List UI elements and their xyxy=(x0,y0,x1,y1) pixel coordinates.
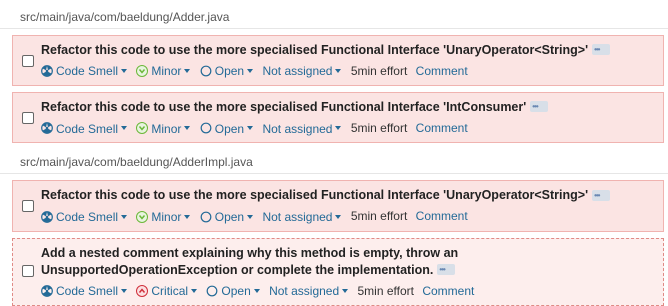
chevron-down-icon xyxy=(121,288,128,293)
open-status-icon xyxy=(200,123,212,134)
issue-type-label: Code Smell xyxy=(56,121,119,136)
chevron-down-icon xyxy=(191,288,198,293)
chevron-down-icon xyxy=(247,126,254,131)
issue-meta: Code Smell Minor Open Not assigned 5min … xyxy=(41,62,655,79)
issue-severity-label: Minor xyxy=(151,209,182,224)
issue-assignee-dropdown[interactable]: Not assigned xyxy=(262,120,342,137)
issue-message[interactable]: Refactor this code to use the more speci… xyxy=(41,100,526,114)
open-status-icon xyxy=(200,211,212,223)
issue-effort: 5min effort xyxy=(350,63,408,78)
chevron-down-icon xyxy=(253,288,260,293)
issue-severity-label: Minor xyxy=(151,121,182,136)
minor-severity-icon xyxy=(136,65,149,78)
code-smell-icon xyxy=(41,65,53,78)
issue-card-selected[interactable]: Add a nested comment explaining why this… xyxy=(12,237,664,306)
open-status-icon xyxy=(206,285,218,297)
issue-effort: 5min effort xyxy=(350,121,408,136)
issue-card[interactable]: Refactor this code to use the more speci… xyxy=(12,180,664,232)
issue-checkbox[interactable] xyxy=(22,200,34,213)
issue-card[interactable]: Refactor this code to use the more speci… xyxy=(12,92,664,144)
issue-assignee-label: Not assigned xyxy=(262,64,333,79)
chevron-down-icon xyxy=(342,288,349,293)
chevron-down-icon xyxy=(121,69,128,74)
issue-type-dropdown[interactable]: Code Smell xyxy=(41,120,128,137)
code-smell-icon xyxy=(41,122,53,135)
more-options-icon[interactable] xyxy=(437,261,456,278)
chevron-down-icon xyxy=(121,214,128,219)
issue-severity-dropdown[interactable]: Minor xyxy=(136,62,191,79)
issue-assignee-dropdown[interactable]: Not assigned xyxy=(269,282,349,299)
issue-type-label: Code Smell xyxy=(56,64,119,79)
chevron-down-icon xyxy=(184,214,191,219)
chevron-down-icon xyxy=(247,69,254,74)
issue-severity-dropdown[interactable]: Minor xyxy=(136,120,191,137)
issue-severity-label: Critical xyxy=(151,283,189,298)
open-status-icon xyxy=(200,65,212,77)
issue-assignee-label: Not assigned xyxy=(262,121,333,136)
issue-status-label: Open xyxy=(214,209,245,224)
chevron-down-icon xyxy=(335,214,342,219)
minor-severity-icon xyxy=(136,210,149,223)
minor-severity-icon xyxy=(136,122,149,135)
issue-assignee-label: Not assigned xyxy=(269,283,340,298)
issue-type-dropdown[interactable]: Code Smell xyxy=(41,62,128,79)
issue-severity-dropdown[interactable]: Minor xyxy=(136,208,191,225)
chevron-down-icon xyxy=(184,126,191,131)
issue-assignee-dropdown[interactable]: Not assigned xyxy=(262,208,342,225)
chevron-down-icon xyxy=(247,214,254,219)
issue-message[interactable]: Refactor this code to use the more speci… xyxy=(41,43,588,57)
issue-message-row: Refactor this code to use the more speci… xyxy=(41,187,655,204)
issue-type-dropdown[interactable]: Code Smell xyxy=(41,282,128,299)
issue-assignee-dropdown[interactable]: Not assigned xyxy=(262,62,342,79)
issue-status-dropdown[interactable]: Open xyxy=(200,208,254,225)
issue-status-label: Open xyxy=(214,121,245,136)
issue-meta: Code Smell Minor Open Not assigned 5min … xyxy=(41,207,655,224)
comment-link[interactable]: Comment xyxy=(422,284,474,298)
critical-severity-icon xyxy=(136,284,149,297)
issue-status-dropdown[interactable]: Open xyxy=(206,282,260,299)
issue-meta: Code Smell Critical Open Not assigned 5m… xyxy=(41,282,655,299)
issue-type-dropdown[interactable]: Code Smell xyxy=(41,208,128,225)
issue-status-label: Open xyxy=(214,64,245,79)
more-options-icon[interactable] xyxy=(592,41,611,58)
comment-link[interactable]: Comment xyxy=(416,64,468,78)
issue-checkbox[interactable] xyxy=(22,264,34,277)
issue-severity-label: Minor xyxy=(151,64,182,79)
issue-effort: 5min effort xyxy=(350,209,408,224)
more-options-icon[interactable] xyxy=(592,187,611,204)
file-path-header: src/main/java/com/baeldung/Adder.java xyxy=(0,6,668,29)
issue-card[interactable]: Refactor this code to use the more speci… xyxy=(12,35,664,87)
issue-checkbox[interactable] xyxy=(22,111,34,124)
code-smell-icon xyxy=(41,285,53,297)
chevron-down-icon xyxy=(335,126,342,131)
issue-effort: 5min effort xyxy=(357,283,414,298)
code-smell-icon xyxy=(41,210,53,223)
comment-link[interactable]: Comment xyxy=(416,209,468,223)
issue-severity-dropdown[interactable]: Critical xyxy=(136,282,198,299)
chevron-down-icon xyxy=(121,126,128,131)
issue-message-row: Refactor this code to use the more speci… xyxy=(41,41,655,59)
issue-message-row: Add a nested comment explaining why this… xyxy=(41,245,655,279)
issue-message[interactable]: Add a nested comment explaining why this… xyxy=(41,246,458,277)
issue-status-dropdown[interactable]: Open xyxy=(200,62,254,79)
comment-link[interactable]: Comment xyxy=(416,121,468,135)
chevron-down-icon xyxy=(184,69,191,74)
issue-status-dropdown[interactable]: Open xyxy=(200,120,254,137)
issue-status-label: Open xyxy=(221,283,251,298)
file-path-header: src/main/java/com/baeldung/AdderImpl.jav… xyxy=(0,151,668,175)
issue-assignee-label: Not assigned xyxy=(262,209,333,224)
issue-message-row: Refactor this code to use the more speci… xyxy=(41,98,655,116)
issue-message[interactable]: Refactor this code to use the more speci… xyxy=(41,188,588,202)
issue-type-label: Code Smell xyxy=(56,209,119,224)
issue-checkbox[interactable] xyxy=(22,54,34,67)
issue-meta: Code Smell Minor Open Not assigned 5min … xyxy=(41,119,655,136)
more-options-icon[interactable] xyxy=(530,98,549,115)
chevron-down-icon xyxy=(335,69,342,74)
issue-type-label: Code Smell xyxy=(56,283,119,298)
